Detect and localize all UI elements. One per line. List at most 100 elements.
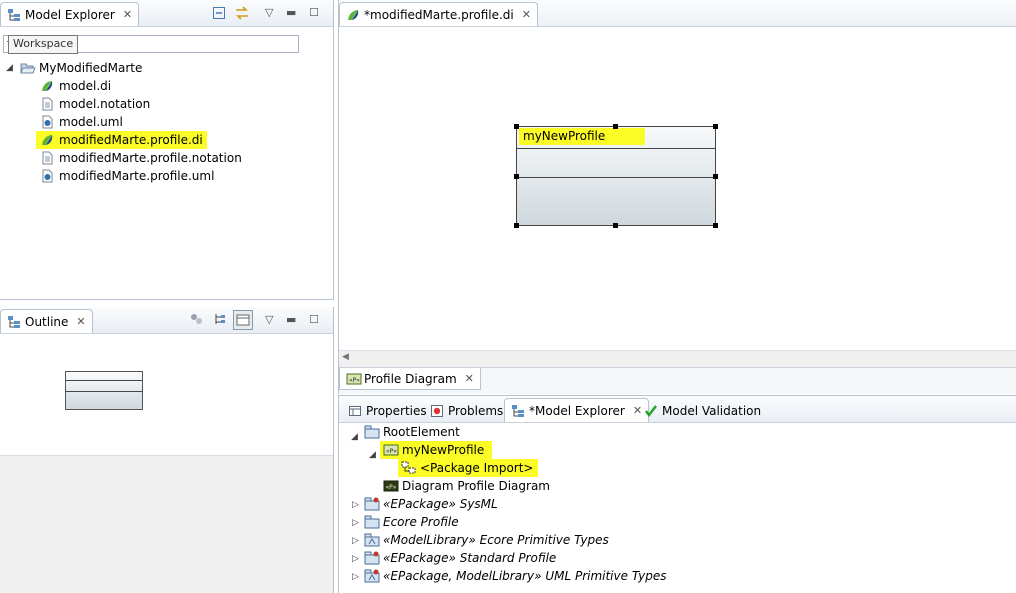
close-icon[interactable]: ✕: [522, 8, 531, 21]
collapsed-arrow[interactable]: ▷: [352, 518, 359, 528]
horizontal-scrollbar[interactable]: ◀: [339, 350, 1016, 367]
outline-canvas: [0, 335, 333, 456]
tab-problems[interactable]: Problems: [423, 398, 510, 422]
profile-diagram-icon: «P»: [383, 479, 399, 493]
maximize-icon[interactable]: ☐: [309, 313, 319, 326]
close-icon[interactable]: ✕: [123, 8, 132, 21]
papyrus-di-icon: [346, 8, 360, 22]
diagram-tabbar: «P» Profile Diagram ✕: [339, 367, 1016, 394]
expand-arrow[interactable]: ◢: [351, 432, 358, 442]
tree-item-label: «EPackage» SysML: [383, 497, 498, 511]
tree-item-project[interactable]: MyModifiedMarte: [20, 59, 142, 77]
resize-handle[interactable]: [713, 124, 718, 129]
tree-item-label: model.uml: [59, 115, 123, 129]
collapsed-arrow[interactable]: ▷: [352, 536, 359, 546]
tree-item-imported-package[interactable]: Ecore Profile: [364, 513, 459, 531]
overview-icon[interactable]: [189, 312, 205, 329]
collapse-all-icon[interactable]: [212, 6, 226, 23]
model-explorer-icon: [7, 8, 21, 22]
papyrus-di-icon: [40, 133, 54, 147]
tree-item-imported-package[interactable]: «EPackage, ModelLibrary» UML Primitive T…: [364, 567, 666, 585]
tree-item-profile[interactable]: «P» myNewProfile: [380, 441, 493, 459]
minimize-icon[interactable]: ▬: [286, 313, 296, 326]
text-file-icon: [40, 97, 54, 111]
model-explorer-icon: [511, 404, 525, 418]
tab-profile-diagram-label: Profile Diagram: [364, 371, 457, 386]
tree-item-file[interactable]: modifiedMarte.profile.uml: [40, 167, 214, 185]
tree-item-package-import[interactable]: <Package Import>: [398, 459, 538, 477]
checkmark-icon: [644, 404, 658, 418]
tree-item-file[interactable]: model.uml: [40, 113, 123, 131]
close-icon[interactable]: ✕: [465, 372, 474, 385]
resize-handle[interactable]: [514, 124, 519, 129]
tree-item-label: model.notation: [59, 97, 151, 111]
imported-package-icon: [364, 497, 380, 511]
diagram-canvas[interactable]: myNewProfile: [339, 27, 1016, 349]
tab-outline[interactable]: Outline ✕: [0, 309, 93, 333]
minimize-icon[interactable]: ▬: [286, 6, 296, 19]
resize-handle[interactable]: [514, 223, 519, 228]
tree-item-imported-package[interactable]: «EPackage» SysML: [364, 495, 498, 513]
collapsed-arrow[interactable]: ▷: [352, 554, 359, 564]
scroll-left-arrow[interactable]: ◀: [342, 352, 349, 362]
collapsed-arrow[interactable]: ▷: [352, 500, 359, 510]
profile-name-label[interactable]: myNewProfile: [519, 128, 646, 145]
tree-item-file[interactable]: model.notation: [40, 95, 150, 113]
tree-item-label: <Package Import>: [420, 461, 534, 475]
model-explorer-panel: Model Explorer ✕ ▽ ▬ ☐ Workspace ◢ MyMod…: [0, 0, 334, 300]
outline-thumbnail[interactable]: [65, 371, 143, 410]
uml-file-icon: [40, 169, 54, 183]
tab-properties[interactable]: Properties: [341, 398, 434, 422]
close-icon[interactable]: ✕: [76, 315, 85, 328]
tab-model-explorer-bottom[interactable]: *Model Explorer ✕: [504, 398, 650, 422]
tree-item-label: «ModelLibrary» Ecore Primitive Types: [383, 533, 609, 547]
tree-item-label: model.di: [59, 79, 112, 93]
tree-item-imported-package[interactable]: «ModelLibrary» Ecore Primitive Types: [364, 531, 609, 549]
workspace-tooltip: Workspace: [8, 35, 79, 54]
expand-arrow[interactable]: ◢: [6, 63, 13, 73]
view-menu-icon[interactable]: ▽: [265, 313, 273, 326]
svg-text:«P»: «P»: [386, 484, 397, 491]
link-with-editor-icon[interactable]: [234, 6, 250, 23]
expand-arrow[interactable]: ◢: [369, 450, 376, 460]
resize-handle[interactable]: [613, 124, 618, 129]
maximize-icon[interactable]: ☐: [309, 6, 319, 19]
view-menu-icon[interactable]: ▽: [265, 6, 273, 19]
tree-item-label: modifiedMarte.profile.di: [59, 133, 203, 147]
tab-model-explorer[interactable]: Model Explorer ✕: [0, 2, 140, 26]
imported-package-icon: [364, 551, 380, 565]
outline-icon: [7, 315, 21, 329]
tab-model-validation-label: Model Validation: [662, 403, 762, 418]
package-import-icon: [401, 461, 416, 475]
collapsed-arrow[interactable]: ▷: [352, 572, 359, 582]
tree-view-icon[interactable]: [213, 312, 227, 329]
resize-handle[interactable]: [713, 174, 718, 179]
diagram-view-icon[interactable]: [233, 310, 253, 330]
editor-panel: *modifiedMarte.profile.di ✕ myNewProfile…: [338, 0, 1016, 394]
tab-model-validation[interactable]: Model Validation: [637, 398, 768, 422]
svg-text:«P»: «P»: [386, 448, 397, 455]
model-explorer-viewbar: Model Explorer ✕ ▽ ▬ ☐: [0, 0, 333, 27]
resize-handle[interactable]: [613, 223, 618, 228]
properties-icon: [348, 404, 362, 418]
profile-diagram-icon: «P»: [346, 372, 362, 386]
profile-name-compartment[interactable]: myNewProfile: [517, 127, 715, 149]
resize-handle[interactable]: [514, 174, 519, 179]
bottom-views-panel: Properties Problems *Model Explorer ✕ Mo…: [338, 395, 1016, 593]
tree-item-file-selected[interactable]: modifiedMarte.profile.di: [36, 131, 207, 149]
profile-node[interactable]: myNewProfile: [514, 124, 718, 228]
profile-compartment[interactable]: [517, 148, 715, 178]
tab-problems-label: Problems: [448, 403, 504, 418]
editor-tabbar: *modifiedMarte.profile.di ✕: [339, 0, 1016, 27]
tree-item-file[interactable]: model.di: [40, 77, 111, 95]
resize-handle[interactable]: [713, 223, 718, 228]
tree-item-diagram[interactable]: «P» Diagram Profile Diagram: [383, 477, 550, 495]
package-icon: [364, 515, 380, 529]
tree-item-imported-package[interactable]: «EPackage» Standard Profile: [364, 549, 556, 567]
tab-editor-profile-di[interactable]: *modifiedMarte.profile.di ✕: [339, 2, 538, 26]
outline-empty-area: [0, 456, 333, 593]
tree-item-root-element[interactable]: RootElement: [364, 423, 460, 441]
tree-item-label: RootElement: [383, 425, 460, 439]
tab-profile-diagram[interactable]: «P» Profile Diagram ✕: [339, 368, 481, 390]
tree-item-file[interactable]: modifiedMarte.profile.notation: [40, 149, 242, 167]
